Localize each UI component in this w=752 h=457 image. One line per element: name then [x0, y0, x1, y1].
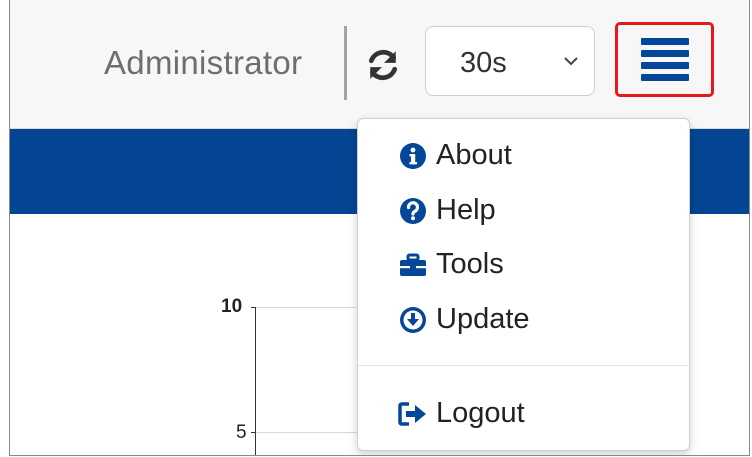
sign-out-icon	[398, 399, 428, 429]
y-tick-mark	[251, 307, 256, 308]
hamburger-menu-icon	[640, 38, 689, 81]
menu-item-help[interactable]: Help	[398, 194, 496, 227]
menu-item-update[interactable]: Update	[398, 303, 530, 336]
question-circle-icon	[398, 196, 428, 226]
y-tick-label: 10	[221, 296, 243, 317]
main-menu-button[interactable]	[615, 22, 714, 97]
menu-item-label: Help	[436, 194, 496, 226]
refresh-button[interactable]	[364, 46, 402, 84]
y-axis	[255, 307, 256, 455]
y-tick-mark	[251, 432, 256, 433]
menu-item-tools[interactable]: Tools	[398, 248, 504, 281]
menu-item-label: Logout	[436, 397, 525, 429]
menu-divider	[358, 365, 689, 366]
menu-item-logout[interactable]: Logout	[398, 397, 525, 430]
refresh-interval-select[interactable]: 30s	[425, 26, 595, 96]
grid-line	[255, 432, 365, 433]
top-bar: Administrator 30s	[10, 0, 749, 129]
y-tick-label: 5	[236, 422, 247, 443]
chevron-down-icon	[564, 57, 578, 66]
app-window: Administrator 30s 10 5 About Help Tools …	[9, 0, 750, 456]
menu-item-label: About	[436, 139, 512, 171]
toolbox-icon	[398, 250, 428, 280]
menu-item-about[interactable]: About	[398, 139, 512, 172]
header-divider	[344, 26, 347, 100]
user-name[interactable]: Administrator	[104, 44, 302, 82]
menu-item-label: Tools	[436, 248, 504, 280]
refresh-icon	[368, 49, 398, 81]
download-circle-icon	[398, 305, 428, 335]
grid-line	[255, 307, 365, 308]
info-circle-icon	[398, 141, 428, 171]
main-menu-dropdown: About Help Tools Update Logout	[357, 118, 690, 451]
menu-item-label: Update	[436, 303, 530, 335]
interval-value: 30s	[460, 47, 507, 79]
